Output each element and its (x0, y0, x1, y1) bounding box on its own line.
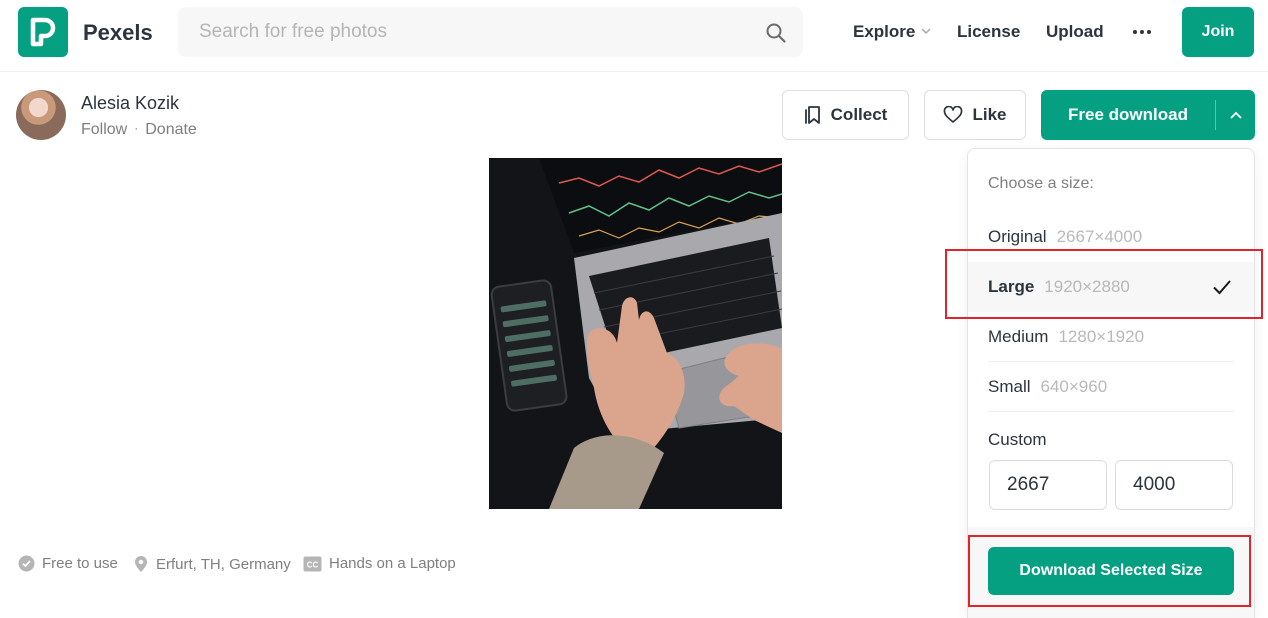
pexels-logo-icon (30, 17, 56, 47)
size-dimensions: 2667×4000 (1056, 227, 1143, 246)
size-name: Small (988, 377, 1031, 396)
custom-width-input[interactable] (989, 460, 1107, 510)
location-pin-icon (135, 556, 147, 572)
more-options-icon[interactable] (1132, 22, 1152, 42)
size-dimensions: 640×960 (1040, 377, 1108, 396)
size-option-medium[interactable]: Medium 1280×1920 (968, 312, 1254, 362)
choose-size-heading: Choose a size: (988, 175, 1094, 192)
size-name: Medium (988, 327, 1049, 346)
photo-title[interactable]: CC Hands on a Laptop (303, 555, 456, 572)
cc-icon: CC (303, 556, 322, 571)
size-dimensions: 1920×2880 (1044, 277, 1130, 296)
nav-upload[interactable]: Upload (1046, 22, 1104, 42)
row-divider (988, 411, 1234, 412)
location[interactable]: Erfurt, TH, Germany (133, 555, 291, 573)
custom-height-input[interactable] (1115, 460, 1233, 510)
nav-explore[interactable]: Explore (853, 22, 931, 42)
size-name: Original (988, 227, 1047, 246)
photographer-avatar[interactable] (16, 90, 66, 140)
free-download-label[interactable]: Free download (1041, 90, 1215, 140)
location-label: Erfurt, TH, Germany (156, 555, 291, 573)
free-to-use-label: Free to use (42, 555, 118, 572)
free-download-button[interactable]: Free download (1041, 90, 1255, 140)
download-menu-footer: Download Selected Size (968, 527, 1254, 618)
size-option-small[interactable]: Small 640×960 (968, 362, 1254, 412)
photo-title-label: Hands on a Laptop (329, 555, 456, 572)
brand-name[interactable]: Pexels (83, 20, 153, 46)
collect-button[interactable]: Collect (782, 90, 909, 140)
photographer-name[interactable]: Alesia Kozik (81, 93, 179, 114)
heart-icon (944, 106, 963, 123)
nav-license[interactable]: License (957, 22, 1020, 42)
nav-explore-label: Explore (853, 22, 916, 41)
download-options-toggle[interactable] (1216, 90, 1255, 140)
main-photo[interactable] (489, 158, 782, 509)
photographer-links: Follow · Donate (81, 121, 197, 139)
pexels-logo[interactable] (18, 7, 68, 57)
chevron-down-icon (921, 28, 931, 35)
like-label: Like (972, 105, 1007, 124)
size-option-large[interactable]: Large 1920×2880 (968, 262, 1254, 312)
search-bar (178, 7, 803, 57)
follow-link[interactable]: Follow (81, 121, 127, 138)
size-dimensions: 1280×1920 (1058, 327, 1145, 346)
collect-label: Collect (830, 105, 888, 124)
check-circle-icon (18, 555, 35, 572)
custom-size-label: Custom (988, 430, 1047, 449)
download-size-menu: Choose a size: Original 2667×4000 Large … (967, 148, 1255, 618)
top-navigation: Pexels Explore License Upload Join (0, 0, 1268, 72)
search-icon[interactable] (765, 22, 787, 44)
join-button[interactable]: Join (1182, 7, 1254, 57)
link-separator: · (134, 121, 139, 135)
bookmark-icon (804, 106, 820, 124)
photo-laptop-hands-image (489, 158, 782, 509)
size-option-original[interactable]: Original 2667×4000 (968, 212, 1254, 262)
download-selected-size-button[interactable]: Download Selected Size (988, 547, 1234, 595)
size-name: Large (988, 277, 1035, 296)
like-button[interactable]: Like (924, 90, 1026, 140)
svg-text:CC: CC (307, 560, 319, 569)
free-to-use-badge[interactable]: Free to use (18, 555, 118, 572)
search-input[interactable] (178, 7, 803, 57)
chevron-up-icon (1229, 111, 1242, 119)
donate-link[interactable]: Donate (145, 121, 197, 138)
checkmark-icon (1213, 280, 1231, 295)
